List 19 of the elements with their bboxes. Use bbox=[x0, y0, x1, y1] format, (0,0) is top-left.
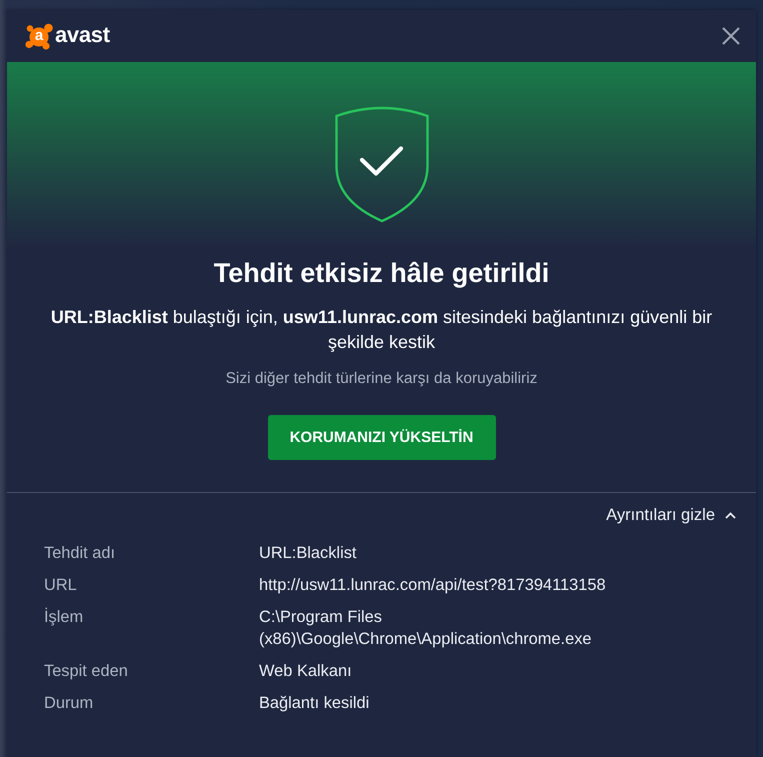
detail-value: URL:Blacklist bbox=[259, 543, 358, 564]
shield-check-icon bbox=[334, 104, 430, 223]
detail-label: Tehdit adı bbox=[44, 543, 116, 564]
detail-value: http://usw11.lunrac.com/api/test?817394113158 bbox=[259, 575, 607, 596]
alert-title: Tehdit etkisiz hâle getirildi bbox=[214, 258, 550, 288]
detail-value: Web Kalkanı bbox=[259, 661, 353, 682]
detail-value: C:\Program Files (x86)\Google\Chrome\Application\chrome.exe bbox=[259, 607, 593, 650]
detail-label: Tespit eden bbox=[44, 661, 129, 682]
logo-wordmark: avast bbox=[55, 24, 110, 46]
detail-label: İşlem bbox=[44, 606, 84, 628]
detail-value: Bağlantı kesildi bbox=[259, 693, 370, 714]
alert-message: URL:Blacklist bulaştığı için, usw11.lunrac.com sitesindeki bağlantınızı güvenli bir şekilde kestik bbox=[50, 306, 714, 354]
detail-label: URL bbox=[44, 575, 78, 596]
alert-subtitle: Sizi diğer tehdit türlerine karşı da koruyabiliriz bbox=[226, 369, 538, 389]
detail-label: Durum bbox=[44, 693, 94, 714]
details-toggle[interactable]: Ayrıntıları gizle bbox=[606, 504, 736, 526]
upgrade-button[interactable]: KORUMANIZI YÜKSELTİN bbox=[268, 415, 496, 460]
logo-mark: a bbox=[25, 22, 53, 50]
close-icon[interactable] bbox=[722, 27, 740, 45]
